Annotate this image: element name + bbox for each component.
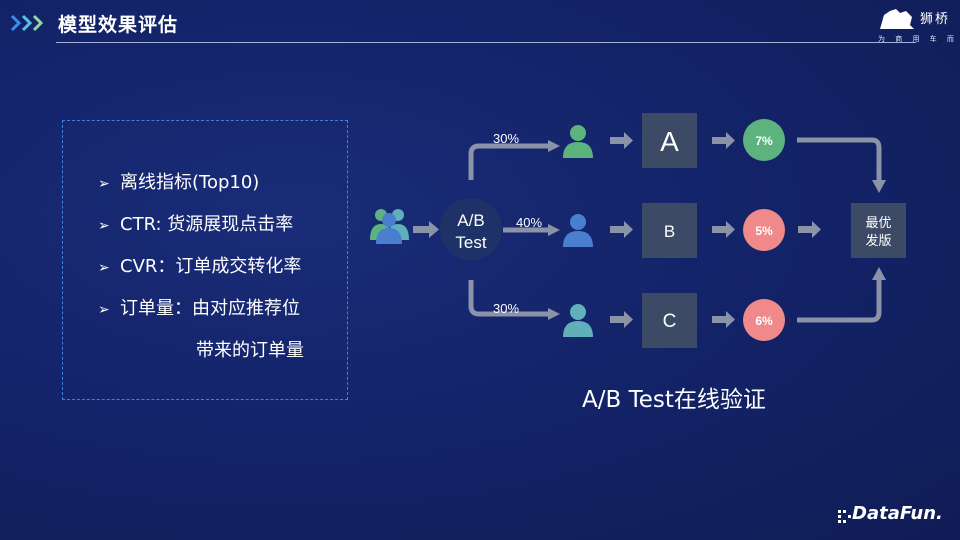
splitter-label: A/B xyxy=(457,211,484,230)
variant-label: A xyxy=(660,126,679,157)
user-icon xyxy=(563,125,593,158)
user-icon xyxy=(563,304,593,337)
merge-connector-top xyxy=(797,137,882,182)
user-icon xyxy=(563,214,593,247)
branch-connector-top xyxy=(468,143,548,180)
variant-label: B xyxy=(664,222,675,241)
arrow-right-icon xyxy=(610,311,633,328)
arrow-head-icon xyxy=(872,267,886,280)
splitter-label: Test xyxy=(455,233,486,252)
arrow-head-icon xyxy=(548,140,560,152)
arrow-right-icon xyxy=(712,311,735,328)
merge-connector-bottom xyxy=(797,278,882,323)
branch-share-label: 40% xyxy=(516,215,542,230)
arrow-head-icon xyxy=(548,308,560,320)
arrow-head-icon xyxy=(872,180,886,193)
footer-brand: DataFun. xyxy=(852,503,943,524)
arrow-right-icon xyxy=(798,221,821,238)
arrow-right-icon xyxy=(413,221,439,238)
result-value: 6% xyxy=(755,314,773,328)
release-label: 发版 xyxy=(865,233,891,248)
result-value: 5% xyxy=(755,224,773,238)
variant-label: C xyxy=(663,311,677,332)
branch-share-label: 30% xyxy=(493,301,519,316)
arrow-right-icon xyxy=(610,221,633,238)
release-label: 最优 xyxy=(865,215,891,230)
result-value: 7% xyxy=(755,134,773,148)
release-box xyxy=(851,203,906,258)
arrow-right-icon xyxy=(610,132,633,149)
ab-test-diagram: A/B Test 30% 40% 30% A B C 7% 5% 6% 最优 发… xyxy=(370,113,906,348)
branch-share-label: 30% xyxy=(493,131,519,146)
arrow-head-icon xyxy=(548,224,560,236)
arrow-right-icon xyxy=(712,221,735,238)
arrow-right-icon xyxy=(712,132,735,149)
diagram-caption: A/B Test在线验证 xyxy=(582,387,766,413)
user-group-icon xyxy=(370,209,409,244)
